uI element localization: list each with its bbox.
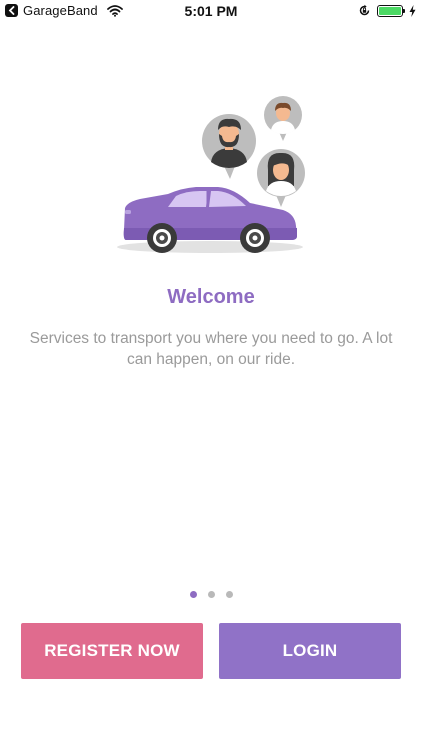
page-dot-2[interactable]: [207, 591, 215, 598]
page-dot-1[interactable]: [189, 591, 197, 598]
status-right-icons: [358, 4, 416, 17]
car-illustration: [117, 96, 305, 253]
charging-bolt-icon: [409, 4, 416, 17]
register-now-button[interactable]: REGISTER NOW: [21, 623, 203, 679]
welcome-title: Welcome: [167, 286, 255, 308]
login-button[interactable]: LOGIN: [219, 623, 401, 679]
status-bar: GarageBand 5:01 PM: [0, 0, 422, 24]
orientation-lock-icon: [359, 4, 370, 16]
welcome-description: Services to transport you where you need…: [29, 330, 393, 368]
page-indicator[interactable]: [0, 591, 422, 598]
page-dot-3[interactable]: [225, 591, 233, 598]
battery-icon: [377, 4, 405, 17]
